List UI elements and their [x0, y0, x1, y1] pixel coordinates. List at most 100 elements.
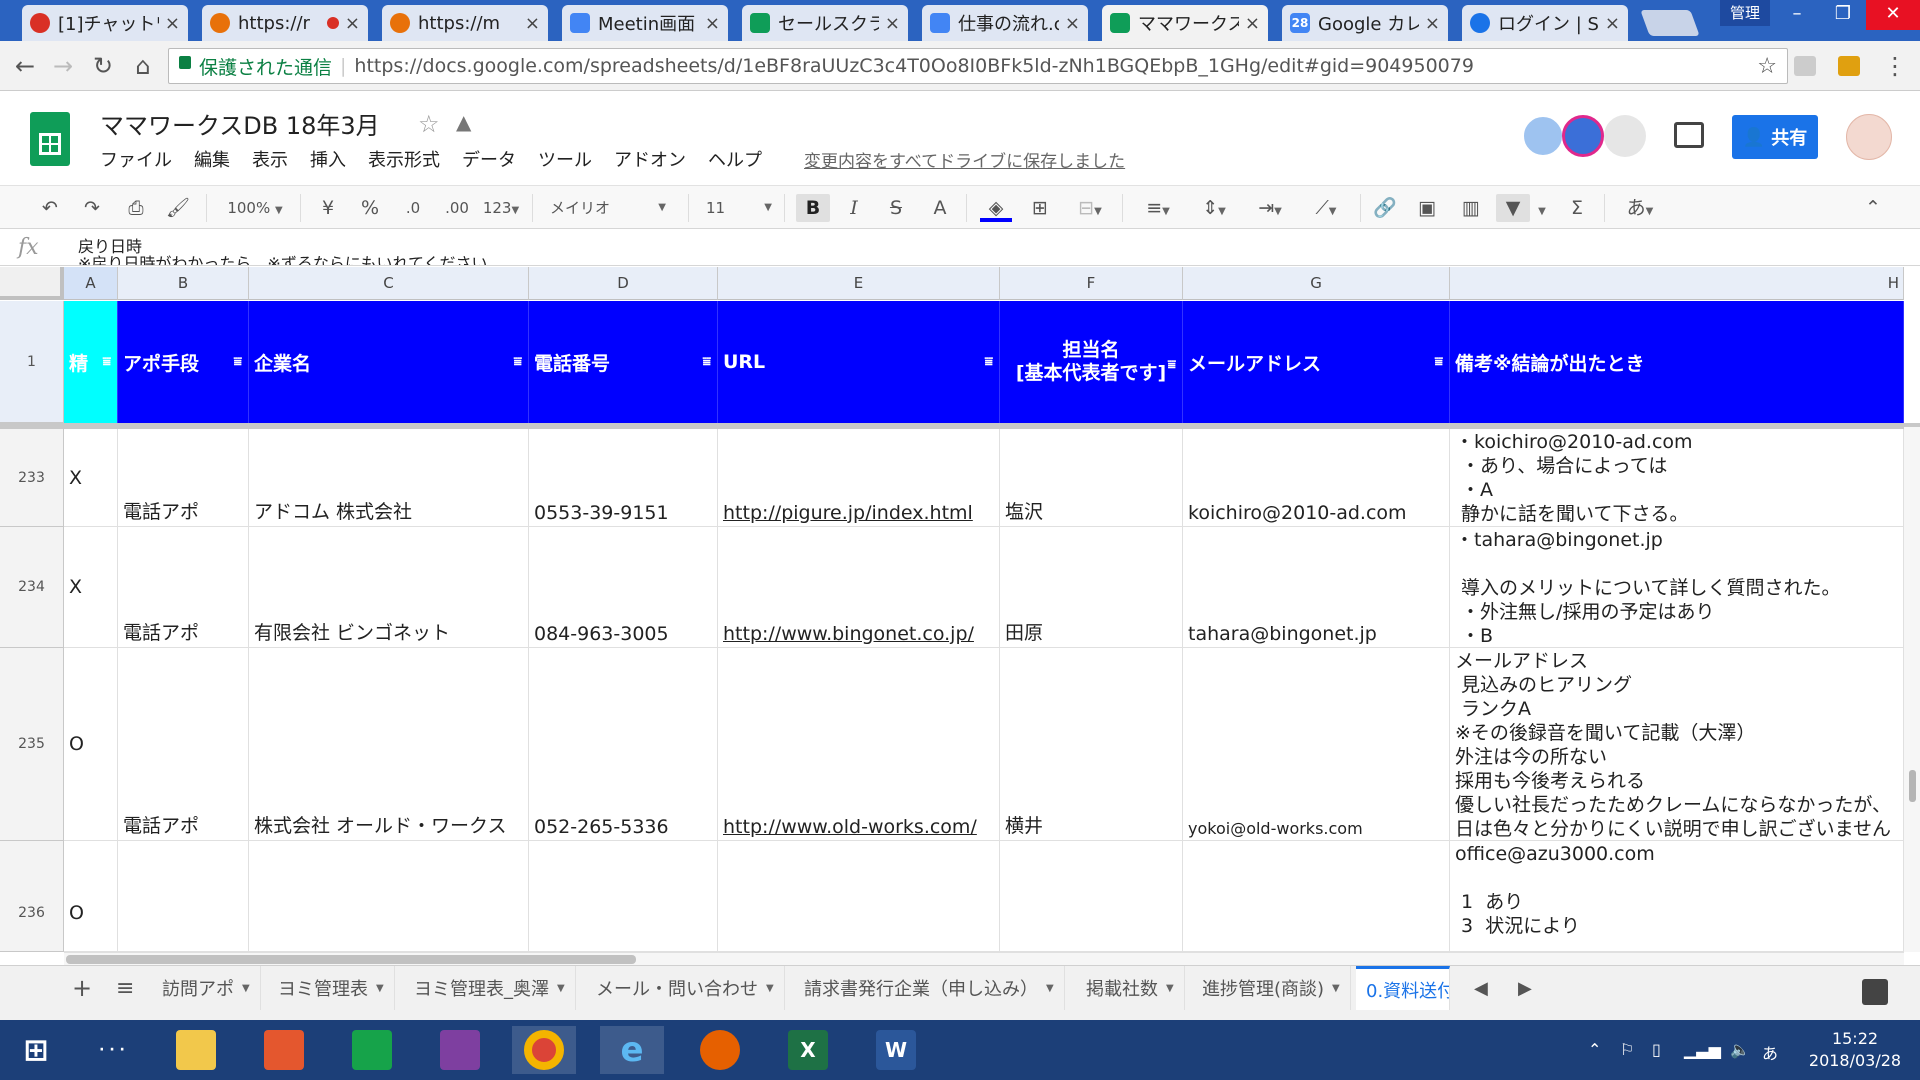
- all-sheets-icon[interactable]: ≡: [106, 966, 144, 1010]
- filter-icon[interactable]: ⩸: [233, 354, 242, 370]
- header-cell-notes[interactable]: 備考※結論が出たとき: [1450, 301, 1904, 423]
- chrome-menu-icon[interactable]: ⋮: [1880, 51, 1910, 81]
- new-tab-button[interactable]: [1640, 10, 1700, 36]
- reload-icon[interactable]: ↻: [88, 51, 118, 81]
- percent-format-button[interactable]: %: [356, 194, 384, 222]
- sheet-tab[interactable]: 請求書発行企業（申し込み） ▼: [794, 966, 1065, 1010]
- column-header-c[interactable]: C: [249, 267, 529, 300]
- close-tab-icon[interactable]: ×: [1245, 13, 1260, 34]
- text-color-button[interactable]: A: [926, 194, 954, 222]
- cell-email[interactable]: tahara@bingonet.jp: [1183, 527, 1450, 648]
- select-all-corner[interactable]: [0, 267, 64, 300]
- browser-tab[interactable]: ログイン | Sa ×: [1462, 5, 1628, 41]
- column-header-g[interactable]: G: [1183, 267, 1450, 300]
- header-cell-url[interactable]: URL ⩸: [718, 301, 1000, 423]
- cell-company[interactable]: アドコム 株式会社: [249, 429, 529, 527]
- menu-file[interactable]: ファイル: [100, 146, 172, 172]
- cell-url[interactable]: http://www.bingonet.co.jp/: [718, 527, 1000, 648]
- share-button[interactable]: 👤 共有: [1732, 115, 1818, 159]
- row-header[interactable]: 234: [0, 527, 64, 648]
- cell-notes[interactable]: ・tahara@bingonet.jp 導入のメリットについて詳しく質問された。…: [1450, 527, 1904, 648]
- browser-tab[interactable]: セールスクラウ ×: [742, 5, 908, 41]
- document-title[interactable]: ママワークスDB 18年3月: [100, 106, 380, 141]
- close-tab-icon[interactable]: ×: [1065, 13, 1080, 34]
- cell-notes[interactable]: office@azu3000.com 1 あり 3 状況により: [1450, 841, 1904, 952]
- header-cell-company[interactable]: 企業名 ⩸: [249, 301, 529, 423]
- menu-data[interactable]: データ: [462, 146, 516, 172]
- close-tab-icon[interactable]: ×: [705, 13, 720, 34]
- browser-tab[interactable]: https://m ×: [382, 5, 548, 41]
- menu-addons[interactable]: アドオン: [614, 146, 686, 172]
- sheet-tab-menu-icon[interactable]: ▼: [1332, 983, 1340, 994]
- cell-url[interactable]: [718, 841, 1000, 952]
- cell-company[interactable]: [249, 841, 529, 952]
- taskbar-clock[interactable]: 15:22 2018/03/28: [1800, 1028, 1910, 1072]
- font-size-select[interactable]: 11 ▼: [706, 194, 776, 222]
- cell-method[interactable]: 電話アポ: [118, 429, 249, 527]
- minimize-window-icon[interactable]: –: [1774, 0, 1820, 30]
- sheet-tab-menu-icon[interactable]: ▼: [1166, 983, 1174, 994]
- extension-icon[interactable]: [1794, 56, 1816, 76]
- sheets-logo-icon[interactable]: [30, 112, 70, 166]
- browser-tab[interactable]: 仕事の流れ.c ×: [922, 5, 1088, 41]
- filter-icon[interactable]: ⩸: [1434, 354, 1443, 370]
- insert-link-icon[interactable]: 🔗: [1370, 194, 1400, 222]
- cell-email[interactable]: koichiro@2010-ad.com: [1183, 429, 1450, 527]
- header-cell-status[interactable]: 精 ⩸: [64, 301, 118, 423]
- bold-button[interactable]: B: [796, 194, 830, 222]
- task-view-icon[interactable]: · · ·: [80, 1026, 144, 1074]
- vertical-scroll-thumb[interactable]: [1909, 770, 1916, 802]
- header-cell-contact[interactable]: 担当名 [基本代表者です] ⩸: [1000, 301, 1183, 423]
- url-text[interactable]: https://docs.google.com/spreadsheets/d/1…: [354, 55, 1474, 77]
- borders-icon[interactable]: ⊞: [1024, 194, 1056, 222]
- cell-phone[interactable]: 0553-39-9151: [529, 429, 718, 527]
- insert-chart-icon[interactable]: ▥: [1456, 194, 1486, 222]
- network-icon[interactable]: ▁▃▅: [1684, 1040, 1721, 1059]
- windows-start-icon[interactable]: ⊞: [4, 1026, 68, 1074]
- fill-color-icon[interactable]: ◈: [980, 194, 1012, 222]
- zoom-select[interactable]: 100% ▼: [220, 194, 290, 222]
- column-header-a[interactable]: A: [64, 267, 118, 300]
- cell-method[interactable]: 電話アポ: [118, 527, 249, 648]
- photos-app-icon[interactable]: [252, 1026, 316, 1074]
- horizontal-scrollbar[interactable]: [64, 952, 1904, 965]
- cell-phone[interactable]: [529, 841, 718, 952]
- menu-edit[interactable]: 編集: [194, 146, 230, 172]
- sheet-tab-menu-icon[interactable]: ▼: [376, 983, 384, 994]
- address-bar[interactable]: 保護された通信 | https://docs.google.com/spread…: [168, 48, 1788, 84]
- column-header-f[interactable]: F: [1000, 267, 1183, 300]
- column-header-d[interactable]: D: [529, 267, 718, 300]
- account-avatar[interactable]: [1846, 114, 1892, 160]
- back-icon[interactable]: ←: [10, 51, 40, 81]
- cell-email[interactable]: yokoi@old-works.com: [1183, 648, 1450, 841]
- url-link[interactable]: http://www.old-works.com/: [723, 816, 977, 838]
- vertical-scrollbar[interactable]: [1904, 427, 1920, 952]
- cell-url[interactable]: http://www.old-works.com/: [718, 648, 1000, 841]
- formula-content[interactable]: 戻り日時 ※戻り日時がわかったら ※ずるならにもいれてください: [78, 238, 488, 265]
- currency-format-button[interactable]: ¥: [316, 194, 340, 222]
- text-wrapping-icon[interactable]: ⇥▼: [1248, 194, 1292, 222]
- column-header-b[interactable]: B: [118, 267, 249, 300]
- cell-method[interactable]: [118, 841, 249, 952]
- horizontal-align-icon[interactable]: ≡▼: [1136, 194, 1180, 222]
- paint-format-icon[interactable]: 🖌: [164, 194, 192, 222]
- cell-company[interactable]: 有限会社 ビンゴネット: [249, 527, 529, 648]
- filter-icon[interactable]: ⩸: [702, 354, 711, 370]
- increase-decimal-button[interactable]: .00: [440, 194, 474, 222]
- window-user-label[interactable]: 管理: [1720, 0, 1770, 26]
- store-app-icon[interactable]: [340, 1026, 404, 1074]
- sheet-tab[interactable]: 訪問アポ ▼: [152, 966, 261, 1010]
- text-rotation-icon[interactable]: ⟋▼: [1304, 194, 1348, 222]
- browser-tab[interactable]: 28 Google カレ ×: [1282, 5, 1448, 41]
- vertical-align-icon[interactable]: ⇕▼: [1192, 194, 1236, 222]
- cell-method[interactable]: 電話アポ: [118, 648, 249, 841]
- sheet-tab[interactable]: ヨミ管理表_奥澤 ▼: [404, 966, 576, 1010]
- firefox-app-icon[interactable]: [688, 1026, 752, 1074]
- sheet-tab-menu-icon[interactable]: ▼: [557, 983, 565, 994]
- cell-email[interactable]: [1183, 841, 1450, 952]
- drive-folder-icon[interactable]: ▲: [456, 110, 471, 134]
- cell-phone[interactable]: 052-265-5336: [529, 648, 718, 841]
- close-tab-icon[interactable]: ×: [1605, 13, 1620, 34]
- show-hidden-icons[interactable]: ⌃: [1588, 1040, 1601, 1059]
- strikethrough-button[interactable]: S: [882, 194, 910, 222]
